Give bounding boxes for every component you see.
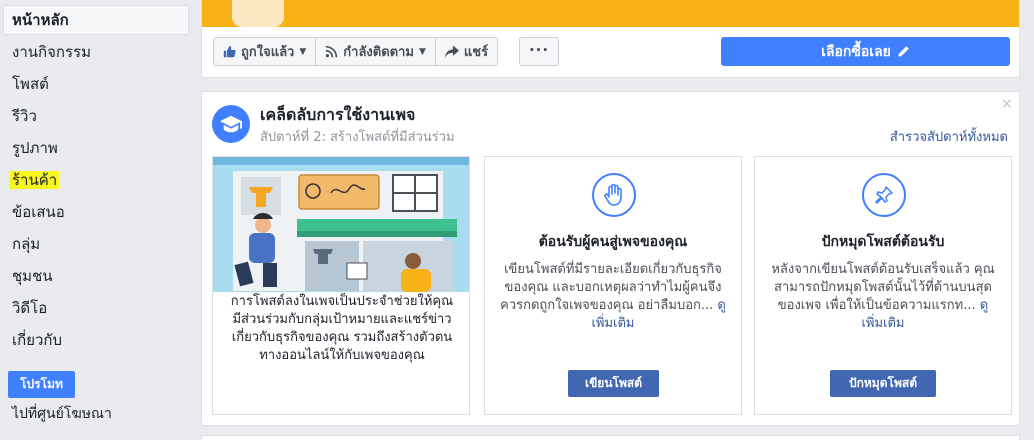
graduation-cap-icon: [212, 105, 250, 143]
sidebar-item-label: หน้าหลัก: [12, 11, 69, 29]
shop-now-label: เลือกซื้อเลย: [821, 43, 891, 60]
share-label: แชร์: [463, 45, 489, 60]
tip-card-welcome: ต้อนรับผู้คนสู่เพจของคุณ เขียนโพสต์ที่มี…: [484, 156, 742, 415]
page-header-card: ถูกใจแล้ว ▼ กำลังติดตาม ▼ แชร์ ··· เลือก…: [201, 0, 1020, 78]
share-arrow-icon: [444, 45, 459, 58]
liked-label: ถูกใจแล้ว: [241, 45, 295, 60]
tips-intro-text: การโพสต์ลงในเพจเป็นประจำช่วยให้คุณมีส่วน…: [230, 294, 454, 363]
chevron-down-icon: ▼: [299, 46, 307, 57]
pushpin-icon: [862, 173, 906, 217]
cover-photo-figure: [232, 0, 284, 27]
tip-card-text: เขียนโพสต์ที่มีรายละเอียดเกี่ยวกับธุรกิจ…: [485, 261, 741, 333]
page-actions-group: ถูกใจแล้ว ▼ กำลังติดตาม ▼ แชร์: [213, 37, 499, 66]
sidebar-item-label: เกี่ยวกับ: [12, 331, 63, 349]
tips-intro-tile: การโพสต์ลงในเพจเป็นประจำช่วยให้คุณมีส่วน…: [212, 156, 470, 415]
sidebar-item-videos[interactable]: วิดีโอ: [3, 293, 189, 323]
sidebar-item-offers[interactable]: ข้อเสนอ: [3, 197, 189, 227]
sidebar-item-label: ร้านค้า: [10, 171, 60, 189]
waving-hand-icon: [592, 173, 636, 217]
next-card-edge: [201, 435, 1020, 440]
tip-card-title: ปักหมุดโพสต์ต้อนรับ: [821, 234, 945, 250]
cover-photo[interactable]: [202, 0, 1019, 27]
chevron-down-icon: ▼: [418, 46, 426, 57]
sidebar-item-community[interactable]: ชุมชน: [3, 261, 189, 291]
tips-subtitle: สัปดาห์ที่ 2: สร้างโพสต์ที่มีส่วนร่วม: [260, 130, 455, 145]
rss-icon: [325, 45, 338, 58]
following-button[interactable]: กำลังติดตาม ▼: [316, 38, 436, 65]
ads-center-link[interactable]: ไปที่ศูนย์โฆษณา: [12, 403, 112, 425]
thumbs-up-icon: [223, 45, 236, 58]
share-button[interactable]: แชร์: [436, 38, 497, 65]
sidebar-item-label: งานกิจกรรม: [12, 43, 91, 61]
page-tips-card: เคล็ดลับการใช้งานเพจ สัปดาห์ที่ 2: สร้าง…: [201, 91, 1020, 426]
more-options-button[interactable]: ···: [519, 37, 559, 66]
shop-now-button[interactable]: เลือกซื้อเลย: [721, 37, 1010, 66]
close-icon[interactable]: ×: [1001, 96, 1013, 112]
tip-card-body: หลังจากเขียนโพสต์ต้อนรับเสร็จแล้ว คุณสาม…: [771, 262, 995, 313]
sidebar-item-events[interactable]: งานกิจกรรม: [3, 37, 189, 67]
sidebar-item-posts[interactable]: โพสต์: [3, 69, 189, 99]
sidebar-item-label: ข้อเสนอ: [12, 203, 65, 221]
sidebar-item-label: โพสต์: [12, 75, 49, 93]
tips-title: เคล็ดลับการใช้งานเพจ: [260, 105, 416, 124]
sidebar-item-shop[interactable]: ร้านค้า: [3, 165, 189, 195]
pencil-icon: [897, 46, 909, 58]
sidebar-item-label: รูปภาพ: [12, 139, 58, 157]
sidebar-item-groups[interactable]: กลุ่ม: [3, 229, 189, 259]
tip-card-body: เขียนโพสต์ที่มีรายละเอียดเกี่ยวกับธุรกิจ…: [500, 262, 722, 313]
write-post-button[interactable]: เขียนโพสต์: [568, 370, 659, 397]
sidebar-item-label: รีวิว: [12, 107, 37, 125]
promote-button[interactable]: โปรโมท: [8, 371, 75, 398]
sidebar-item-home[interactable]: หน้าหลัก: [3, 5, 189, 35]
tip-card-title: ต้อนรับผู้คนสู่เพจของคุณ: [538, 234, 688, 250]
sidebar-item-reviews[interactable]: รีวิว: [3, 101, 189, 131]
sidebar-item-label: กลุ่ม: [12, 235, 41, 253]
tip-card-pin: ปักหมุดโพสต์ต้อนรับ หลังจากเขียนโพสต์ต้อ…: [754, 156, 1012, 415]
pin-post-button[interactable]: ปักหมุดโพสต์: [830, 370, 936, 397]
sidebar-item-about[interactable]: เกี่ยวกับ: [3, 325, 189, 355]
posting-illustration: [213, 157, 469, 292]
see-all-weeks-link[interactable]: สำรวจสัปดาห์ทั้งหมด: [890, 126, 1008, 147]
page-sidebar: หน้าหลัก งานกิจกรรม โพสต์ รีวิว รูปภาพ ร…: [0, 0, 195, 440]
sidebar-item-label: ชุมชน: [12, 267, 53, 285]
following-label: กำลังติดตาม: [343, 45, 414, 60]
tip-card-text: หลังจากเขียนโพสต์ต้อนรับเสร็จแล้ว คุณสาม…: [755, 261, 1011, 333]
liked-button[interactable]: ถูกใจแล้ว ▼: [214, 38, 317, 65]
sidebar-item-photos[interactable]: รูปภาพ: [3, 133, 189, 163]
sidebar-item-label: วิดีโอ: [12, 299, 48, 317]
